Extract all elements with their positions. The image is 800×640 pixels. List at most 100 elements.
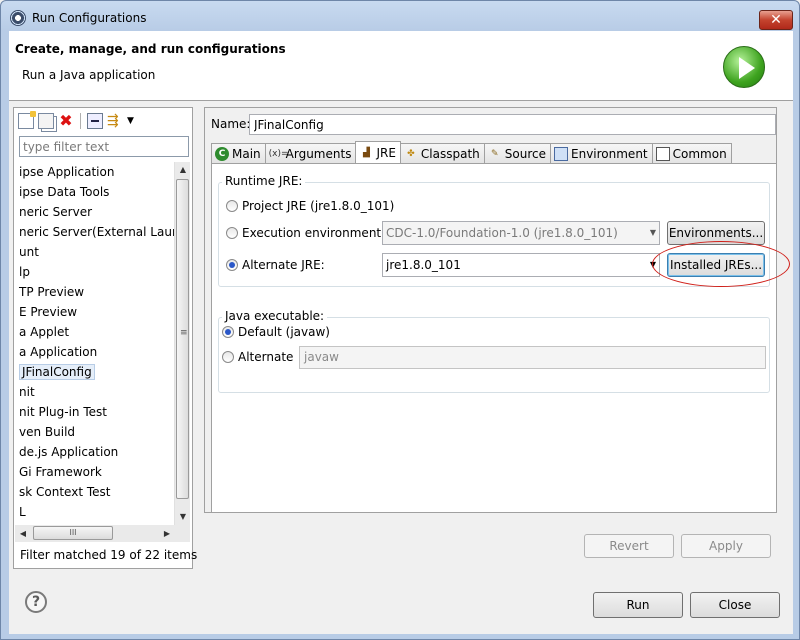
execution-environment-value: CDC-1.0/Foundation-1.0 (jre1.8.0_101) [386, 226, 618, 240]
tree-item-label: L [19, 505, 26, 519]
collapse-all-icon[interactable] [87, 113, 103, 129]
main-tab-icon: C [215, 146, 229, 161]
tree-item-label: lp [19, 265, 30, 279]
tree-item[interactable]: a Applet [15, 322, 175, 342]
eclipse-app-icon [10, 10, 26, 26]
new-config-icon[interactable] [18, 111, 36, 129]
header-subtitle: Run a Java application [22, 68, 156, 82]
project-jre-radio[interactable] [226, 200, 238, 212]
execution-environment-radio[interactable] [226, 227, 238, 239]
window-close-button[interactable]: ✕ [759, 10, 793, 30]
dialog-client-area: Create, manage, and run configurations R… [9, 31, 793, 634]
header-title: Create, manage, and run configurations [15, 42, 286, 56]
alternate-executable-radio[interactable] [222, 351, 234, 363]
alternate-jre-select[interactable]: jre1.8.0_101 ▼ [382, 253, 660, 277]
tab-arguments[interactable]: (x)= Arguments [264, 143, 357, 163]
scroll-up-icon[interactable]: ▲ [175, 162, 191, 178]
tree-item[interactable]: Gi Framework [15, 462, 175, 482]
apply-button: Apply [681, 534, 771, 558]
default-executable-option[interactable]: Default (javaw) [222, 325, 330, 339]
tree-item-label: a Application [19, 345, 98, 359]
tree-item[interactable]: sk Context Test [15, 482, 175, 502]
alternate-executable-field: javaw [299, 346, 766, 369]
scroll-down-icon[interactable]: ▼ [175, 509, 191, 525]
chevron-down-icon: ▼ [649, 260, 656, 269]
tree-item[interactable]: de.js Application [15, 442, 175, 462]
tab-label: Common [672, 146, 727, 161]
tree-item-label: de.js Application [19, 445, 119, 459]
installed-jres-button[interactable]: Installed JREs... [667, 253, 765, 277]
configurations-panel: ✖ ⇶ ▼ ipse Application ipse Data Tools ner… [13, 107, 197, 569]
tree-item[interactable]: neric Server [15, 202, 175, 222]
tree-item[interactable]: ven Build [15, 422, 175, 442]
tree-item-label: TP Preview [19, 285, 85, 299]
alternate-executable-label: Alternate [238, 350, 294, 364]
name-field[interactable] [249, 114, 776, 135]
tab-label: Main [232, 146, 261, 161]
tree-item[interactable]: unt [15, 242, 175, 262]
execution-environment-select: CDC-1.0/Foundation-1.0 (jre1.8.0_101) ▼ [382, 221, 660, 245]
view-menu-icon[interactable]: ▼ [127, 113, 137, 129]
tab-label: Arguments [285, 146, 352, 161]
tree-item-label: nit Plug-in Test [19, 405, 107, 419]
tab-common[interactable]: Common [651, 143, 732, 163]
environments-button[interactable]: Environments... [667, 221, 765, 245]
tree-item-label: neric Server [19, 205, 93, 219]
classpath-tab-icon: ✤ [407, 148, 415, 159]
dialog-window: Run Configurations ✕ Create, manage, and… [0, 0, 800, 640]
tree-item-label: unt [19, 245, 39, 259]
tab-environment[interactable]: Environment [550, 143, 653, 163]
help-icon[interactable]: ? [25, 591, 47, 613]
default-executable-radio[interactable] [222, 326, 234, 338]
alternate-executable-option[interactable]: Alternate [222, 350, 293, 364]
filter-icon[interactable]: ⇶ [107, 113, 123, 129]
default-executable-label: Default (javaw) [238, 325, 330, 339]
jre-tab-content: Runtime JRE: Project JRE (jre1.8.0_101) … [211, 163, 777, 513]
horizontal-scroll-thumb[interactable]: III [33, 526, 113, 540]
tree-item-label: ven Build [19, 425, 76, 439]
tree-item[interactable]: ipse Application [15, 162, 175, 182]
common-tab-icon [655, 146, 670, 161]
tab-classpath[interactable]: ✤ Classpath [399, 143, 485, 163]
delete-icon[interactable]: ✖ [58, 113, 74, 129]
tree-item[interactable]: E Preview [15, 302, 175, 322]
tree-vertical-scrollbar[interactable]: ▲ ≡ ▼ [174, 162, 190, 525]
alternate-jre-value: jre1.8.0_101 [386, 258, 461, 272]
tree-item[interactable]: lp [15, 262, 175, 282]
scroll-left-icon[interactable]: ◀ [15, 525, 31, 542]
tab-label: Source [504, 146, 546, 161]
tab-main[interactable]: C Main [211, 143, 266, 163]
tree-item[interactable]: L [15, 502, 175, 522]
tree-horizontal-scrollbar[interactable]: ◀ III ▶ [15, 525, 175, 542]
alternate-jre-option[interactable]: Alternate JRE: [226, 258, 325, 272]
tree-item[interactable]: nit Plug-in Test [15, 402, 175, 422]
tree-item[interactable]: ipse Data Tools [15, 182, 175, 202]
run-button[interactable]: Run [593, 592, 683, 618]
scrollbar-corner [174, 525, 190, 542]
tab-label: Environment [571, 146, 648, 161]
alternate-jre-radio[interactable] [226, 259, 238, 271]
tree-item[interactable]: neric Server(External Launc [15, 222, 175, 242]
tree-item[interactable]: TP Preview [15, 282, 175, 302]
filter-input[interactable] [19, 136, 189, 157]
vertical-scroll-thumb[interactable]: ≡ [176, 179, 189, 499]
execution-environment-label: Execution environment: [242, 226, 386, 240]
tab-jre[interactable]: ▟ JRE [355, 141, 401, 163]
name-label: Name: [211, 117, 251, 131]
tab-source[interactable]: ✎ Source [483, 143, 551, 163]
configuration-tree[interactable]: ipse Application ipse Data Tools neric Ser… [15, 162, 175, 525]
revert-button: Revert [584, 534, 674, 558]
tab-label: JRE [376, 145, 396, 160]
run-icon [723, 46, 765, 88]
execution-environment-option[interactable]: Execution environment: [226, 226, 385, 240]
project-jre-option[interactable]: Project JRE (jre1.8.0_101) [226, 199, 394, 213]
tree-item[interactable]: a Application [15, 342, 175, 362]
scroll-right-icon[interactable]: ▶ [159, 525, 175, 542]
window-title: Run Configurations [32, 11, 147, 25]
tree-item-label: JFinalConfig [19, 364, 95, 380]
duplicate-icon[interactable] [38, 113, 54, 129]
tree-item[interactable]: nit [15, 382, 175, 402]
tree-item-label: a Applet [19, 325, 70, 339]
tree-item[interactable]: JFinalConfig [15, 362, 175, 382]
close-button[interactable]: Close [690, 592, 780, 618]
